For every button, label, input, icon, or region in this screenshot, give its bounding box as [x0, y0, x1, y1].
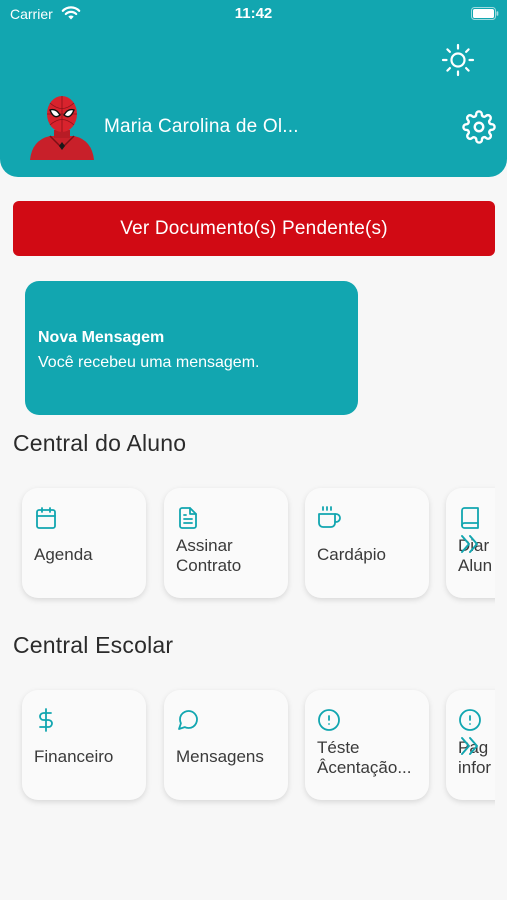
- status-time: 11:42: [234, 5, 273, 22]
- section-title-central-escolar: Central Escolar: [13, 632, 174, 658]
- card-label-line-1: Assinar: [176, 536, 233, 555]
- central-escolar-row[interactable]: Financeiro Mensagens Téste Âcentação... …: [13, 684, 495, 810]
- alert-circle-icon: [318, 709, 340, 731]
- card-label: Assinar Contrato: [176, 536, 241, 576]
- user-name: Maria Carolina de Ol...: [104, 116, 299, 137]
- card-diario-aluno[interactable]: Diar Alun: [446, 488, 495, 598]
- app-header: Carrier 11:42 Maria Carolina de Ol...: [0, 0, 507, 177]
- section-title-central-aluno: Central do Aluno: [13, 430, 187, 456]
- gear-icon[interactable]: [462, 110, 496, 144]
- calendar-icon: [36, 507, 56, 529]
- card-teste-acentacao[interactable]: Téste Âcentação...: [305, 690, 429, 800]
- card-mensagens[interactable]: Mensagens: [164, 690, 288, 800]
- card-label-line-1: Téste: [317, 738, 360, 757]
- card-label-line-2: Âcentação...: [317, 758, 412, 777]
- central-aluno-row[interactable]: Agenda Assinar Contrato Cardápio Diar Al…: [13, 482, 495, 608]
- message-body: Você recebeu uma mensagem.: [38, 354, 260, 371]
- book-icon: [461, 507, 479, 529]
- card-label: Téste Âcentação...: [317, 738, 412, 778]
- chat-bubble-icon: [178, 710, 198, 730]
- coffee-cup-icon: [318, 506, 341, 528]
- status-bar: Carrier 11:42: [0, 0, 507, 30]
- avatar[interactable]: [26, 92, 98, 164]
- card-pagina-informacoes[interactable]: Pag infor: [446, 690, 495, 800]
- card-label: Mensagens: [176, 747, 264, 766]
- card-cardapio[interactable]: Cardápio: [305, 488, 429, 598]
- card-label-line-2: Alun: [458, 556, 493, 575]
- card-label-line-2: Contrato: [176, 556, 242, 575]
- card-financeiro[interactable]: Financeiro: [22, 690, 146, 800]
- message-title: Nova Mensagem: [38, 329, 165, 346]
- dollar-icon: [39, 708, 53, 732]
- card-assinar-contrato[interactable]: Assinar Contrato: [164, 488, 288, 598]
- card-agenda[interactable]: Agenda: [22, 488, 146, 598]
- card-label: Cardápio: [317, 545, 386, 564]
- double-chevron-right-icon[interactable]: [458, 530, 486, 558]
- sun-icon[interactable]: [441, 43, 475, 77]
- new-message-card[interactable]: Nova Mensagem Você recebeu uma mensagem.: [25, 281, 358, 415]
- card-label: Agenda: [34, 545, 93, 564]
- battery-icon: [471, 7, 499, 20]
- alert-circle-icon: [459, 709, 481, 731]
- document-icon: [179, 507, 197, 529]
- card-label: Financeiro: [34, 747, 114, 766]
- card-label-line-2: infor: [458, 758, 492, 777]
- double-chevron-right-icon[interactable]: [458, 732, 486, 760]
- pending-documents-button[interactable]: Ver Documento(s) Pendente(s): [13, 201, 495, 256]
